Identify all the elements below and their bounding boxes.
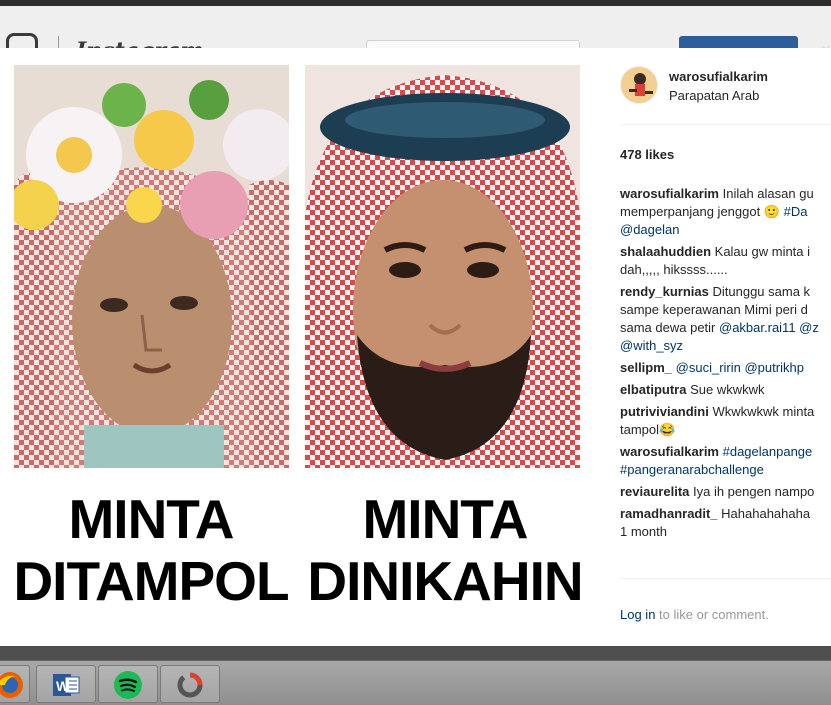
comment: elbatiputra Sue wkwkwk <box>620 381 831 399</box>
post-modal: MINTA DITAMPOL MINTA DINIKAHIN warosufia… <box>0 48 831 646</box>
comment-text: Sue wkwkwk <box>686 382 765 397</box>
post-sidebar: warosufialkarim Parapatan Arab 478 likes… <box>600 48 831 646</box>
avatar[interactable] <box>620 66 658 104</box>
taskbar: W <box>0 660 831 705</box>
left-portrait-image <box>14 65 289 468</box>
likes-count[interactable]: 478 likes <box>620 147 674 162</box>
mention-link[interactable]: @dagelan <box>620 221 831 239</box>
hashtag-link[interactable]: #dagelanpange <box>719 444 813 459</box>
loading-app-icon <box>177 672 203 698</box>
right-caption-line2: DINIKAHIN <box>307 550 583 612</box>
comment-text: tampol😂 <box>620 422 676 437</box>
comment-user[interactable]: elbatiputra <box>620 382 686 397</box>
mention-link[interactable]: @akbar.rai11 @z <box>719 320 819 335</box>
post-timestamp[interactable]: 1 month <box>620 523 831 541</box>
comment: warosufialkarim Inilah alasan gu memperp… <box>620 185 831 239</box>
firefox-icon <box>0 672 23 698</box>
comment-text: Wkwkwkwk minta <box>708 404 815 419</box>
comment-user[interactable]: rendy_kurnias <box>620 284 709 299</box>
comment-text: dah,,,,, hikssss...... <box>620 262 728 277</box>
taskbar-firefox-button[interactable] <box>0 665 30 703</box>
right-caption: MINTA DINIKAHIN <box>300 488 590 612</box>
post-location[interactable]: Parapatan Arab <box>669 88 759 103</box>
comment-user[interactable]: ramadhanradit_ <box>620 506 718 521</box>
login-link[interactable]: Log in <box>620 607 655 622</box>
comment-user[interactable]: warosufialkarim <box>620 444 719 459</box>
background-header: Instagram Search Get the app ✕ <box>0 0 831 66</box>
photo-left-panel <box>14 65 289 468</box>
taskbar-spotify-button[interactable] <box>98 665 158 703</box>
photo-right-panel <box>305 65 580 468</box>
comment: rendy_kurnias Ditunggu sama k sampe kepe… <box>620 283 831 355</box>
avatar-icon <box>621 67 657 103</box>
comment-user[interactable]: warosufialkarim <box>620 186 719 201</box>
comment-user[interactable]: sellipm_ <box>620 360 672 375</box>
left-caption-line1: MINTA <box>68 488 234 550</box>
comment-text: Iya ih pengen nampo <box>689 484 815 499</box>
divider <box>620 578 831 579</box>
left-caption-line2: DITAMPOL <box>13 550 289 612</box>
hashtag-link[interactable]: #pangeranarabchallenge <box>620 461 831 479</box>
comment: shalaahuddien Kalau gw minta i dah,,,,, … <box>620 243 831 279</box>
mention-link[interactable]: @suci_ririn @putrikhp <box>676 360 804 375</box>
smile-emoji-icon: 🙂 <box>763 204 781 219</box>
comment: reviaurelita Iya ih pengen nampo <box>620 483 831 501</box>
login-prompt: Log in to like or comment. <box>620 607 769 622</box>
comment-text: Hahahahahaha <box>717 506 811 521</box>
spotify-icon <box>114 671 142 699</box>
post-photo[interactable]: MINTA DITAMPOL MINTA DINIKAHIN <box>0 48 600 646</box>
post-username[interactable]: warosufialkarim <box>669 69 768 84</box>
comment: sellipm_ @suci_ririn @putrikhp <box>620 359 831 377</box>
comment-text: memperpanjang jenggot <box>620 204 764 219</box>
mention-link[interactable]: @with_syz <box>620 337 831 355</box>
comment-user[interactable]: shalaahuddien <box>620 244 711 259</box>
comment-text: sampe keperawanan Mimi peri d <box>620 302 808 317</box>
left-caption: MINTA DITAMPOL <box>6 488 296 612</box>
right-caption-line1: MINTA <box>362 488 528 550</box>
comment: putriviviandini Wkwkwkwk minta tampol😂 <box>620 403 831 439</box>
divider <box>620 124 831 125</box>
login-prompt-text: to like or comment. <box>655 607 769 622</box>
comment-text: sama dewa petir <box>620 320 719 335</box>
comment-text: Ditunggu sama k <box>708 284 811 299</box>
svg-text:W: W <box>56 678 70 694</box>
comment-user[interactable]: putriviviandini <box>620 404 709 419</box>
word-icon: W <box>53 674 80 696</box>
hashtag-link[interactable]: #Da <box>780 204 808 219</box>
comment: warosufialkarim #dagelanpange #pangerana… <box>620 443 831 479</box>
taskbar-app-button[interactable] <box>160 665 220 703</box>
taskbar-word-button[interactable]: W <box>36 665 96 703</box>
comments-list: warosufialkarim Inilah alasan gu memperp… <box>620 185 831 541</box>
comment: ramadhanradit_ Hahahahahaha <box>620 505 831 523</box>
comment-text: Kalau gw minta i <box>711 244 811 259</box>
comment-user[interactable]: reviaurelita <box>620 484 689 499</box>
right-portrait-image <box>305 65 580 468</box>
comment-text: Inilah alasan gu <box>719 186 814 201</box>
